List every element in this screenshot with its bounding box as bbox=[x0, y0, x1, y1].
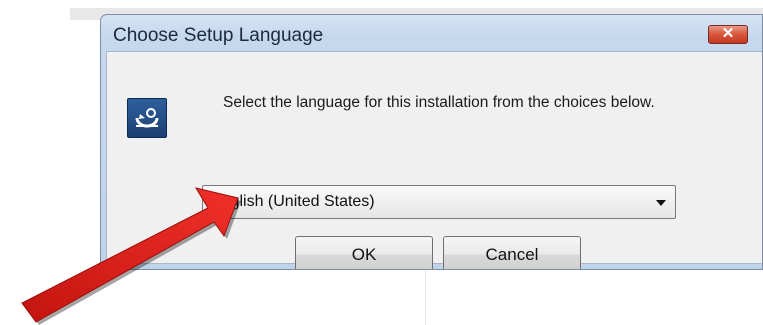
instruction-text: Select the language for this installatio… bbox=[223, 94, 655, 111]
dialog-body: Select the language for this installatio… bbox=[106, 51, 762, 269]
cancel-button[interactable]: Cancel bbox=[443, 236, 581, 269]
language-select-value: English (United States) bbox=[211, 193, 375, 210]
setup-installer-icon bbox=[127, 98, 167, 138]
chevron-down-icon[interactable] bbox=[656, 200, 666, 206]
close-button[interactable]: ✕ bbox=[708, 25, 748, 44]
setup-language-dialog: Choose Setup Language ✕ Select the langu… bbox=[100, 14, 763, 270]
dialog-title: Choose Setup Language bbox=[113, 25, 324, 46]
dialog-titlebar[interactable]: Choose Setup Language ✕ bbox=[101, 15, 762, 51]
language-select[interactable]: English (United States) bbox=[202, 185, 676, 219]
close-icon: ✕ bbox=[721, 25, 735, 42]
background-divider bbox=[425, 270, 426, 325]
ok-button[interactable]: OK bbox=[295, 236, 433, 269]
background-window-lower bbox=[0, 270, 763, 325]
